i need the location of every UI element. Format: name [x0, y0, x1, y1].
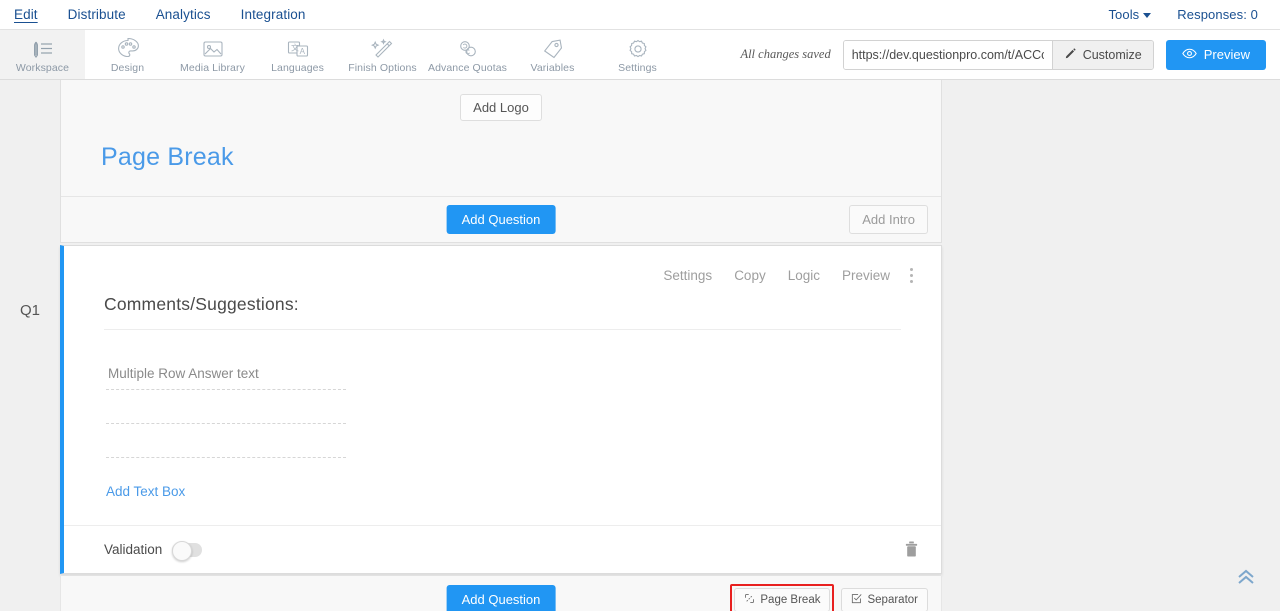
add-question-button-top[interactable]: Add Question [447, 205, 556, 234]
link-refresh-icon [456, 38, 480, 60]
add-text-box-link[interactable]: Add Text Box [106, 484, 185, 499]
validation-row: Validation [64, 525, 941, 573]
toolbar-tab-workspace[interactable]: Workspace [0, 30, 85, 79]
survey-title[interactable]: Page Break [61, 121, 941, 172]
answer-row-3[interactable] [106, 434, 346, 458]
toolbar-tab-label: Media Library [180, 62, 245, 74]
editor-toolbar: Workspace Design Media Library [0, 30, 1280, 80]
page-break-icon [744, 593, 755, 607]
toolbar-tab-finish-options[interactable]: Finish Options [340, 30, 425, 79]
answer-rows: Multiple Row Answer text [64, 330, 941, 458]
preview-button[interactable]: Preview [1166, 40, 1266, 70]
validation-label: Validation [104, 542, 162, 557]
survey-footer-actions: Add Question Page Break [60, 576, 942, 611]
save-status: All changes saved [740, 47, 830, 62]
tools-menu[interactable]: Tools [1108, 5, 1151, 24]
nav-tab-analytics[interactable]: Analytics [156, 5, 211, 24]
tag-icon [541, 38, 565, 60]
page-break-label: Page Break [760, 594, 820, 606]
nav-tab-distribute[interactable]: Distribute [68, 5, 126, 24]
preview-label: Preview [1204, 47, 1250, 62]
add-logo-button[interactable]: Add Logo [460, 94, 542, 121]
palette-icon [116, 38, 140, 60]
delete-question-button[interactable] [904, 541, 919, 558]
pencil-icon [1064, 47, 1077, 63]
nav-tab-integration[interactable]: Integration [241, 5, 306, 24]
toolbar-tab-advance-quotas[interactable]: Advance Quotas [425, 30, 510, 79]
survey-header-card: Add Logo Page Break Add Question Add Int… [60, 80, 942, 243]
add-question-button-bottom[interactable]: Add Question [447, 585, 556, 611]
toolbar-tab-variables[interactable]: Variables [510, 30, 595, 79]
separator-label: Separator [867, 594, 918, 606]
translate-icon: 文 A [286, 38, 310, 60]
footer-right-actions: Page Break Separator [730, 584, 928, 611]
nav-tab-edit[interactable]: Edit [14, 5, 38, 24]
question-toolbar: Settings Copy Logic Preview [64, 246, 941, 286]
chevron-down-icon [1143, 13, 1151, 18]
toolbar-tab-media-library[interactable]: Media Library [170, 30, 255, 79]
checkbox-check-icon [851, 593, 862, 607]
toolbar-actions: All changes saved Customize Preview [740, 30, 1280, 79]
question-logic-link[interactable]: Logic [788, 268, 820, 283]
toolbar-tab-label: Workspace [16, 62, 69, 74]
svg-text:A: A [299, 47, 305, 56]
question-preview-link[interactable]: Preview [842, 268, 890, 283]
question-text-wrap: Comments/Suggestions: [64, 286, 941, 330]
workspace-icon [31, 38, 55, 60]
responses-count[interactable]: Responses: 0 [1177, 5, 1258, 24]
toolbar-tab-design[interactable]: Design [85, 30, 170, 79]
toolbar-tabs: Workspace Design Media Library [0, 30, 680, 79]
svg-text:文: 文 [291, 42, 299, 52]
survey-url-group: Customize [843, 40, 1154, 70]
header-action-row: Add Question Add Intro [61, 196, 941, 242]
survey-url-input[interactable] [844, 41, 1052, 69]
customize-label: Customize [1083, 48, 1142, 62]
logo-row: Add Logo [61, 80, 941, 121]
secondary-nav-links: Tools Responses: 0 [1108, 5, 1266, 24]
image-icon [201, 38, 225, 60]
toolbar-tab-label: Settings [618, 62, 657, 74]
eye-icon [1182, 47, 1197, 63]
survey-builder-column: Add Logo Page Break Add Question Add Int… [60, 80, 942, 611]
question-number-gutter: Q1 [0, 80, 60, 610]
top-navigation-bar: Edit Distribute Analytics Integration To… [0, 0, 1280, 30]
question-card: Settings Copy Logic Preview Comments/Sug… [60, 245, 942, 574]
page-break-highlight: Page Break [730, 584, 834, 611]
kebab-menu-icon[interactable] [906, 266, 917, 285]
answer-row-1[interactable]: Multiple Row Answer text [106, 366, 346, 390]
toolbar-tab-label: Languages [271, 62, 324, 74]
question-copy-link[interactable]: Copy [734, 268, 766, 283]
question-number-label: Q1 [20, 302, 40, 319]
tools-menu-label: Tools [1108, 7, 1139, 22]
gear-icon [626, 38, 650, 60]
answer-row-2[interactable] [106, 400, 346, 424]
toolbar-tab-label: Finish Options [348, 62, 417, 74]
add-intro-button[interactable]: Add Intro [849, 205, 928, 234]
toolbar-tab-label: Design [111, 62, 144, 74]
page-break-button[interactable]: Page Break [734, 588, 830, 611]
toolbar-tab-label: Advance Quotas [428, 62, 507, 74]
customize-url-button[interactable]: Customize [1052, 41, 1153, 69]
toolbar-tab-label: Variables [531, 62, 575, 74]
primary-nav-links: Edit Distribute Analytics Integration [14, 5, 306, 24]
validation-toggle[interactable] [172, 543, 202, 557]
toolbar-tab-settings[interactable]: Settings [595, 30, 680, 79]
scroll-to-top-button[interactable] [1234, 566, 1258, 588]
separator-button[interactable]: Separator [841, 588, 928, 611]
survey-canvas: Q1 Add Logo Page Break Add Question Add … [0, 80, 1280, 610]
toolbar-tab-languages[interactable]: 文 A Languages [255, 30, 340, 79]
question-text[interactable]: Comments/Suggestions: [104, 294, 901, 330]
magic-wand-icon [371, 38, 395, 60]
question-settings-link[interactable]: Settings [663, 268, 712, 283]
